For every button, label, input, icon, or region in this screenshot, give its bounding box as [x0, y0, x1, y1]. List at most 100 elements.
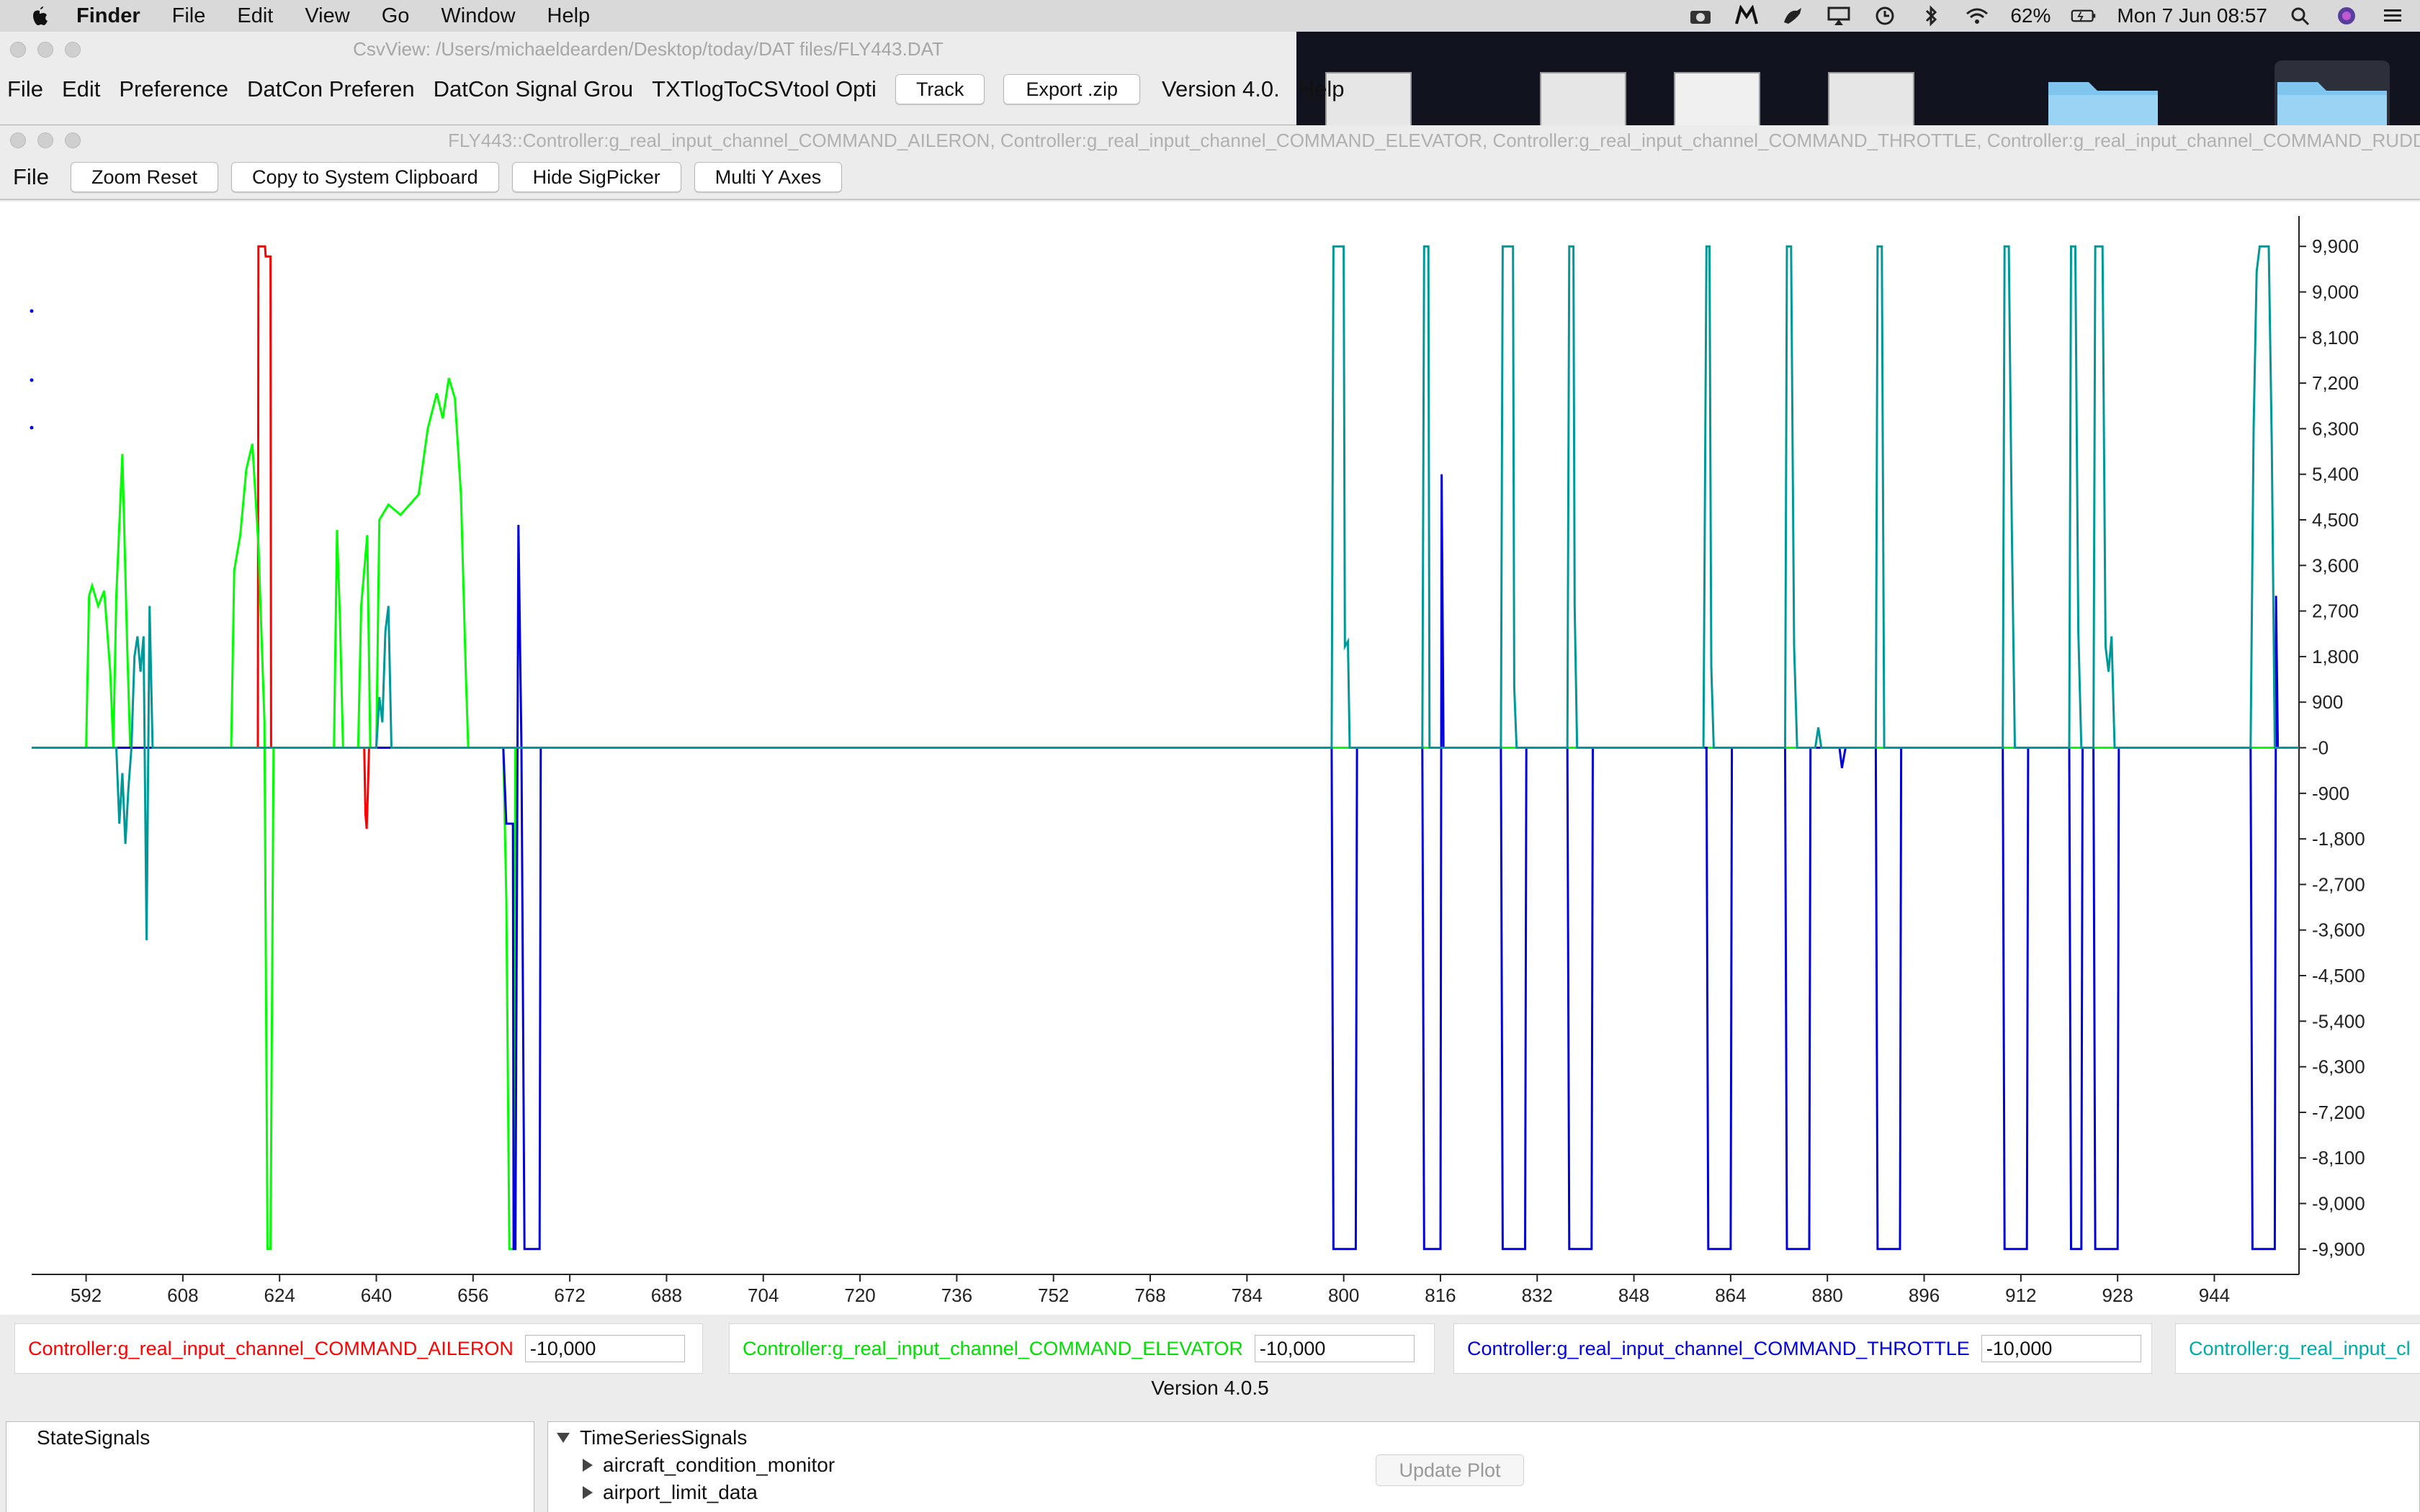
track-button[interactable]: Track: [895, 74, 985, 104]
tree-item[interactable]: airport_limit_data: [583, 1481, 758, 1504]
menu-go[interactable]: Go: [382, 4, 410, 28]
close-button[interactable]: [10, 42, 26, 58]
export-zip-button[interactable]: Export .zip: [1003, 74, 1140, 104]
csvview-window: CsvView: /Users/michaeldearden/Desktop/t…: [0, 32, 1344, 125]
spotlight-search-icon[interactable]: [2287, 5, 2313, 27]
tree-item-label: app_temp_bias_data: [603, 1508, 792, 1512]
x-tick-label: 592: [71, 1284, 102, 1306]
notification-center-icon[interactable]: [2380, 5, 2406, 27]
plot-area[interactable]: 592 608 624 640 656 672 688 704 720 736 752 768 784 8…: [0, 202, 2420, 1315]
csvview-menu-help[interactable]: Help: [1299, 76, 1345, 102]
camera-icon[interactable]: [1688, 5, 1713, 27]
expand-triangle-icon[interactable]: [557, 1433, 570, 1443]
legend-value-field[interactable]: -10,000: [524, 1335, 685, 1362]
minimize-button[interactable]: [37, 132, 53, 148]
menu-bar: Finder File Edit View Go Window Help 62%…: [0, 0, 2420, 32]
y-tick-label: 900: [2312, 691, 2343, 713]
y-tick-label: -0: [2312, 737, 2329, 759]
pane-divider[interactable]: [534, 1421, 547, 1512]
tree-item-label: airport_limit_data: [603, 1481, 758, 1503]
axis-marker-dot: [30, 309, 34, 313]
signal-line-chart[interactable]: 592 608 624 640 656 672 688 704 720 736 752 768 784 8…: [0, 202, 2420, 1315]
x-tick-label: 752: [1038, 1284, 1069, 1306]
y-tick-label: 3,600: [2312, 554, 2359, 576]
legend-label: Controller:g_real_input_channel_COMMAND_…: [743, 1337, 1243, 1359]
update-plot-button[interactable]: Update Plot: [1376, 1454, 1524, 1486]
plot-menu-file[interactable]: File: [13, 164, 49, 190]
y-tick-label: 7,200: [2312, 372, 2359, 394]
menu-view[interactable]: View: [305, 4, 349, 28]
legend-item-elevator[interactable]: Controller:g_real_input_channel_COMMAND_…: [729, 1323, 1435, 1374]
zoom-button[interactable]: [65, 132, 81, 148]
zoom-reset-button[interactable]: Zoom Reset: [70, 162, 219, 192]
x-tick-label: 688: [651, 1284, 682, 1306]
y-tick-label: 9,000: [2312, 282, 2359, 303]
y-tick-label: 8,100: [2312, 327, 2359, 348]
menu-help[interactable]: Help: [547, 4, 591, 28]
legend-item-rudder[interactable]: Controller:g_real_input_cl: [2175, 1323, 2420, 1374]
csvview-menu-txtlog-options[interactable]: TXTlogToCSVtool Opti: [652, 76, 877, 102]
bluetooth-icon[interactable]: [1918, 5, 1944, 27]
y-tick-label: -9,000: [2312, 1193, 2365, 1215]
state-signals-pane[interactable]: StateSignals: [6, 1421, 534, 1512]
y-tick-label: -8,100: [2312, 1147, 2365, 1169]
legend-value-field[interactable]: -10,000: [1981, 1335, 2141, 1362]
x-tick-label: 944: [2199, 1284, 2230, 1306]
x-tick-label: 800: [1328, 1284, 1359, 1306]
plot-window-titlebar[interactable]: FLY443::Controller:g_real_input_channel_…: [0, 125, 2420, 156]
collapsed-triangle-icon[interactable]: [583, 1486, 593, 1499]
multi-y-axes-button[interactable]: Multi Y Axes: [694, 162, 843, 192]
y-tick-label: -2,700: [2312, 873, 2365, 895]
state-signals-title: StateSignals: [37, 1426, 151, 1449]
menu-edit[interactable]: Edit: [237, 4, 273, 28]
menubar-clock[interactable]: Mon 7 Jun 08:57: [2117, 4, 2267, 27]
y-tick-label: -4,500: [2312, 965, 2365, 986]
csvview-menu-edit[interactable]: Edit: [62, 76, 100, 102]
x-tick-label: 928: [2102, 1284, 2133, 1306]
csvview-menu-file[interactable]: File: [7, 76, 43, 102]
airplay-icon[interactable]: [1826, 5, 1852, 27]
csvview-version-label[interactable]: Version 4.0.: [1162, 76, 1280, 102]
y-tick-label: -9,900: [2312, 1238, 2365, 1260]
y-tick-label: 9,900: [2312, 235, 2359, 257]
siri-icon[interactable]: [2334, 5, 2360, 27]
legend-item-aileron[interactable]: Controller:g_real_input_channel_COMMAND_…: [14, 1323, 703, 1374]
tree-item[interactable]: aircraft_condition_monitor: [583, 1454, 835, 1477]
y-tick-label: 5,400: [2312, 464, 2359, 485]
menu-finder[interactable]: Finder: [76, 4, 140, 28]
zoom-button[interactable]: [65, 42, 81, 58]
y-tick-label: -3,600: [2312, 919, 2365, 941]
x-tick-label: 848: [1618, 1284, 1649, 1306]
x-tick-label: 832: [1522, 1284, 1553, 1306]
minimize-button[interactable]: [37, 42, 53, 58]
legend-value-field[interactable]: -10,000: [1254, 1335, 1415, 1362]
menu-window[interactable]: Window: [441, 4, 515, 28]
close-button[interactable]: [10, 132, 26, 148]
x-tick-label: 656: [457, 1284, 488, 1306]
collapsed-triangle-icon[interactable]: [583, 1459, 593, 1472]
apple-icon[interactable]: [29, 4, 50, 27]
time-machine-icon[interactable]: [1872, 5, 1898, 27]
wifi-icon[interactable]: [1964, 5, 1990, 27]
desktop: [1296, 32, 2420, 154]
copy-clipboard-button[interactable]: Copy to System Clipboard: [231, 162, 499, 192]
legend-label: Controller:g_real_input_channel_COMMAND_…: [1467, 1337, 1970, 1359]
y-tick-label: -1,800: [2312, 828, 2365, 850]
tree-root[interactable]: TimeSeriesSignals: [557, 1426, 747, 1449]
malwarebytes-icon[interactable]: [1734, 5, 1760, 27]
battery-percent: 62%: [2010, 4, 2051, 27]
legend-item-throttle[interactable]: Controller:g_real_input_channel_COMMAND_…: [1453, 1323, 2152, 1374]
y-tick-label: 1,800: [2312, 646, 2359, 667]
csvview-menu-preference[interactable]: Preference: [119, 76, 228, 102]
legend-label: Controller:g_real_input_channel_COMMAND_…: [28, 1337, 514, 1359]
menu-file[interactable]: File: [172, 4, 206, 28]
csvview-menu-datcon-signal-groups[interactable]: DatCon Signal Grou: [434, 76, 633, 102]
csvview-titlebar[interactable]: CsvView: /Users/michaeldearden/Desktop/t…: [0, 32, 1296, 66]
battery-icon[interactable]: [2071, 5, 2097, 27]
y-tick-label: -900: [2312, 783, 2349, 804]
kangaroo-icon[interactable]: [1780, 5, 1806, 27]
csvview-menu-datcon-preferences[interactable]: DatCon Preferen: [247, 76, 415, 102]
tree-item[interactable]: app_temp_bias_data: [583, 1508, 792, 1512]
signal-legend: Controller:g_real_input_channel_COMMAND_…: [0, 1315, 2420, 1374]
hide-sigpicker-button[interactable]: Hide SigPicker: [511, 162, 681, 192]
